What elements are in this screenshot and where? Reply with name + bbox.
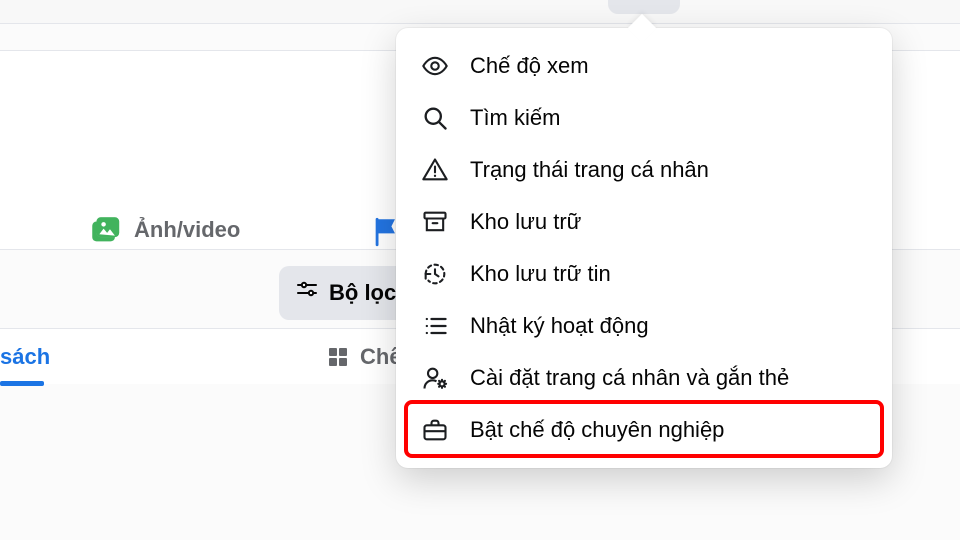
menu-item-label: Cài đặt trang cá nhân và gắn thẻ: [470, 365, 789, 391]
menu-item-label: Trạng thái trang cá nhân: [470, 157, 709, 183]
tab-list-view[interactable]: sách: [0, 329, 70, 384]
menu-item-enable-professional-mode[interactable]: Bật chế độ chuyên nghiệp: [406, 404, 882, 456]
menu-item-view-mode[interactable]: Chế độ xem: [406, 40, 882, 92]
menu-item-label: Tìm kiếm: [470, 105, 560, 131]
grid-icon: [326, 345, 350, 369]
photo-video-icon: [88, 213, 122, 247]
menu-item-story-archive[interactable]: Kho lưu trữ tin: [406, 248, 882, 300]
menu-item-label: Kho lưu trữ tin: [470, 261, 611, 287]
tab-list-label: sách: [0, 344, 50, 370]
warning-triangle-icon: [420, 156, 450, 184]
menu-item-activity-log[interactable]: Nhật ký hoạt động: [406, 300, 882, 352]
top-bar: [0, 0, 960, 24]
filter-label: Bộ lọc: [329, 280, 396, 306]
sliders-icon: [295, 278, 319, 308]
menu-item-label: Bật chế độ chuyên nghiệp: [470, 417, 724, 443]
menu-trigger-tab[interactable]: [608, 0, 680, 14]
profile-options-menu: Chế độ xem Tìm kiếm Trạng thái trang cá …: [396, 28, 892, 468]
list-icon: [420, 312, 450, 340]
menu-item-label: Chế độ xem: [470, 53, 589, 79]
menu-item-profile-tagging-settings[interactable]: Cài đặt trang cá nhân và gắn thẻ: [406, 352, 882, 404]
menu-item-label: Kho lưu trữ: [470, 209, 581, 235]
composer-photo-video-label: Ảnh/video: [134, 217, 240, 243]
briefcase-icon: [420, 416, 450, 444]
composer-photo-video[interactable]: Ảnh/video: [88, 213, 240, 247]
screen: Ảnh/video Bộ lọc sách: [0, 0, 960, 540]
menu-item-search[interactable]: Tìm kiếm: [406, 92, 882, 144]
menu-item-archive[interactable]: Kho lưu trữ: [406, 196, 882, 248]
archive-box-icon: [420, 208, 450, 236]
user-gear-icon: [420, 364, 450, 392]
clock-history-icon: [420, 260, 450, 288]
search-icon: [420, 104, 450, 132]
menu-item-label: Nhật ký hoạt động: [470, 313, 649, 339]
menu-item-profile-status[interactable]: Trạng thái trang cá nhân: [406, 144, 882, 196]
eye-icon: [420, 52, 450, 80]
